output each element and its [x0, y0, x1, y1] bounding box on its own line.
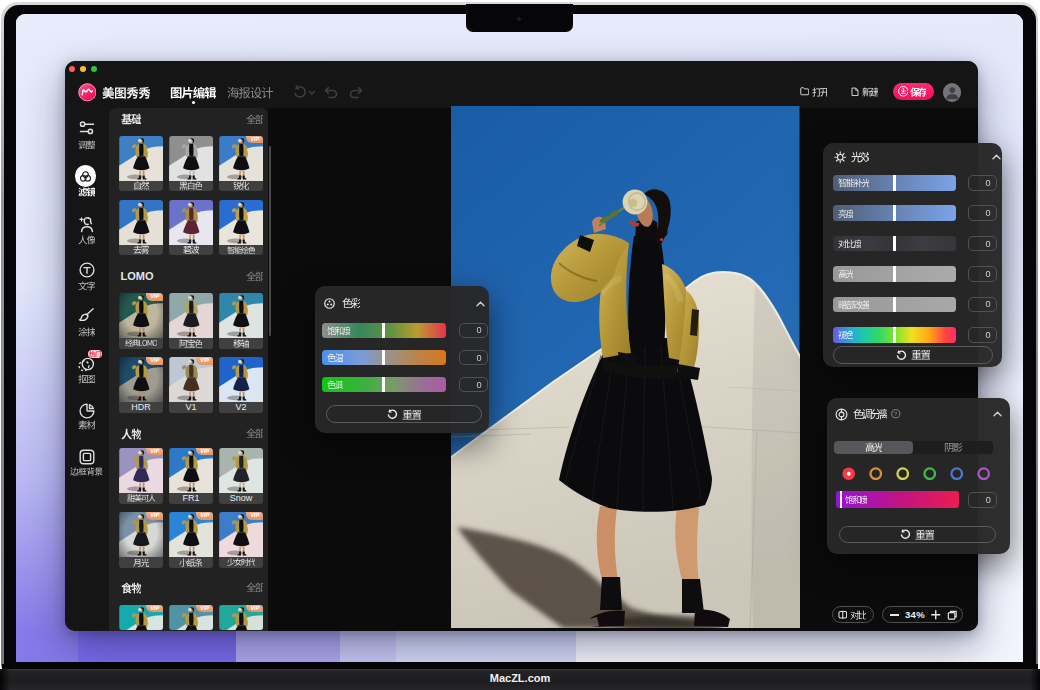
svg-text:?: ?	[894, 411, 898, 417]
